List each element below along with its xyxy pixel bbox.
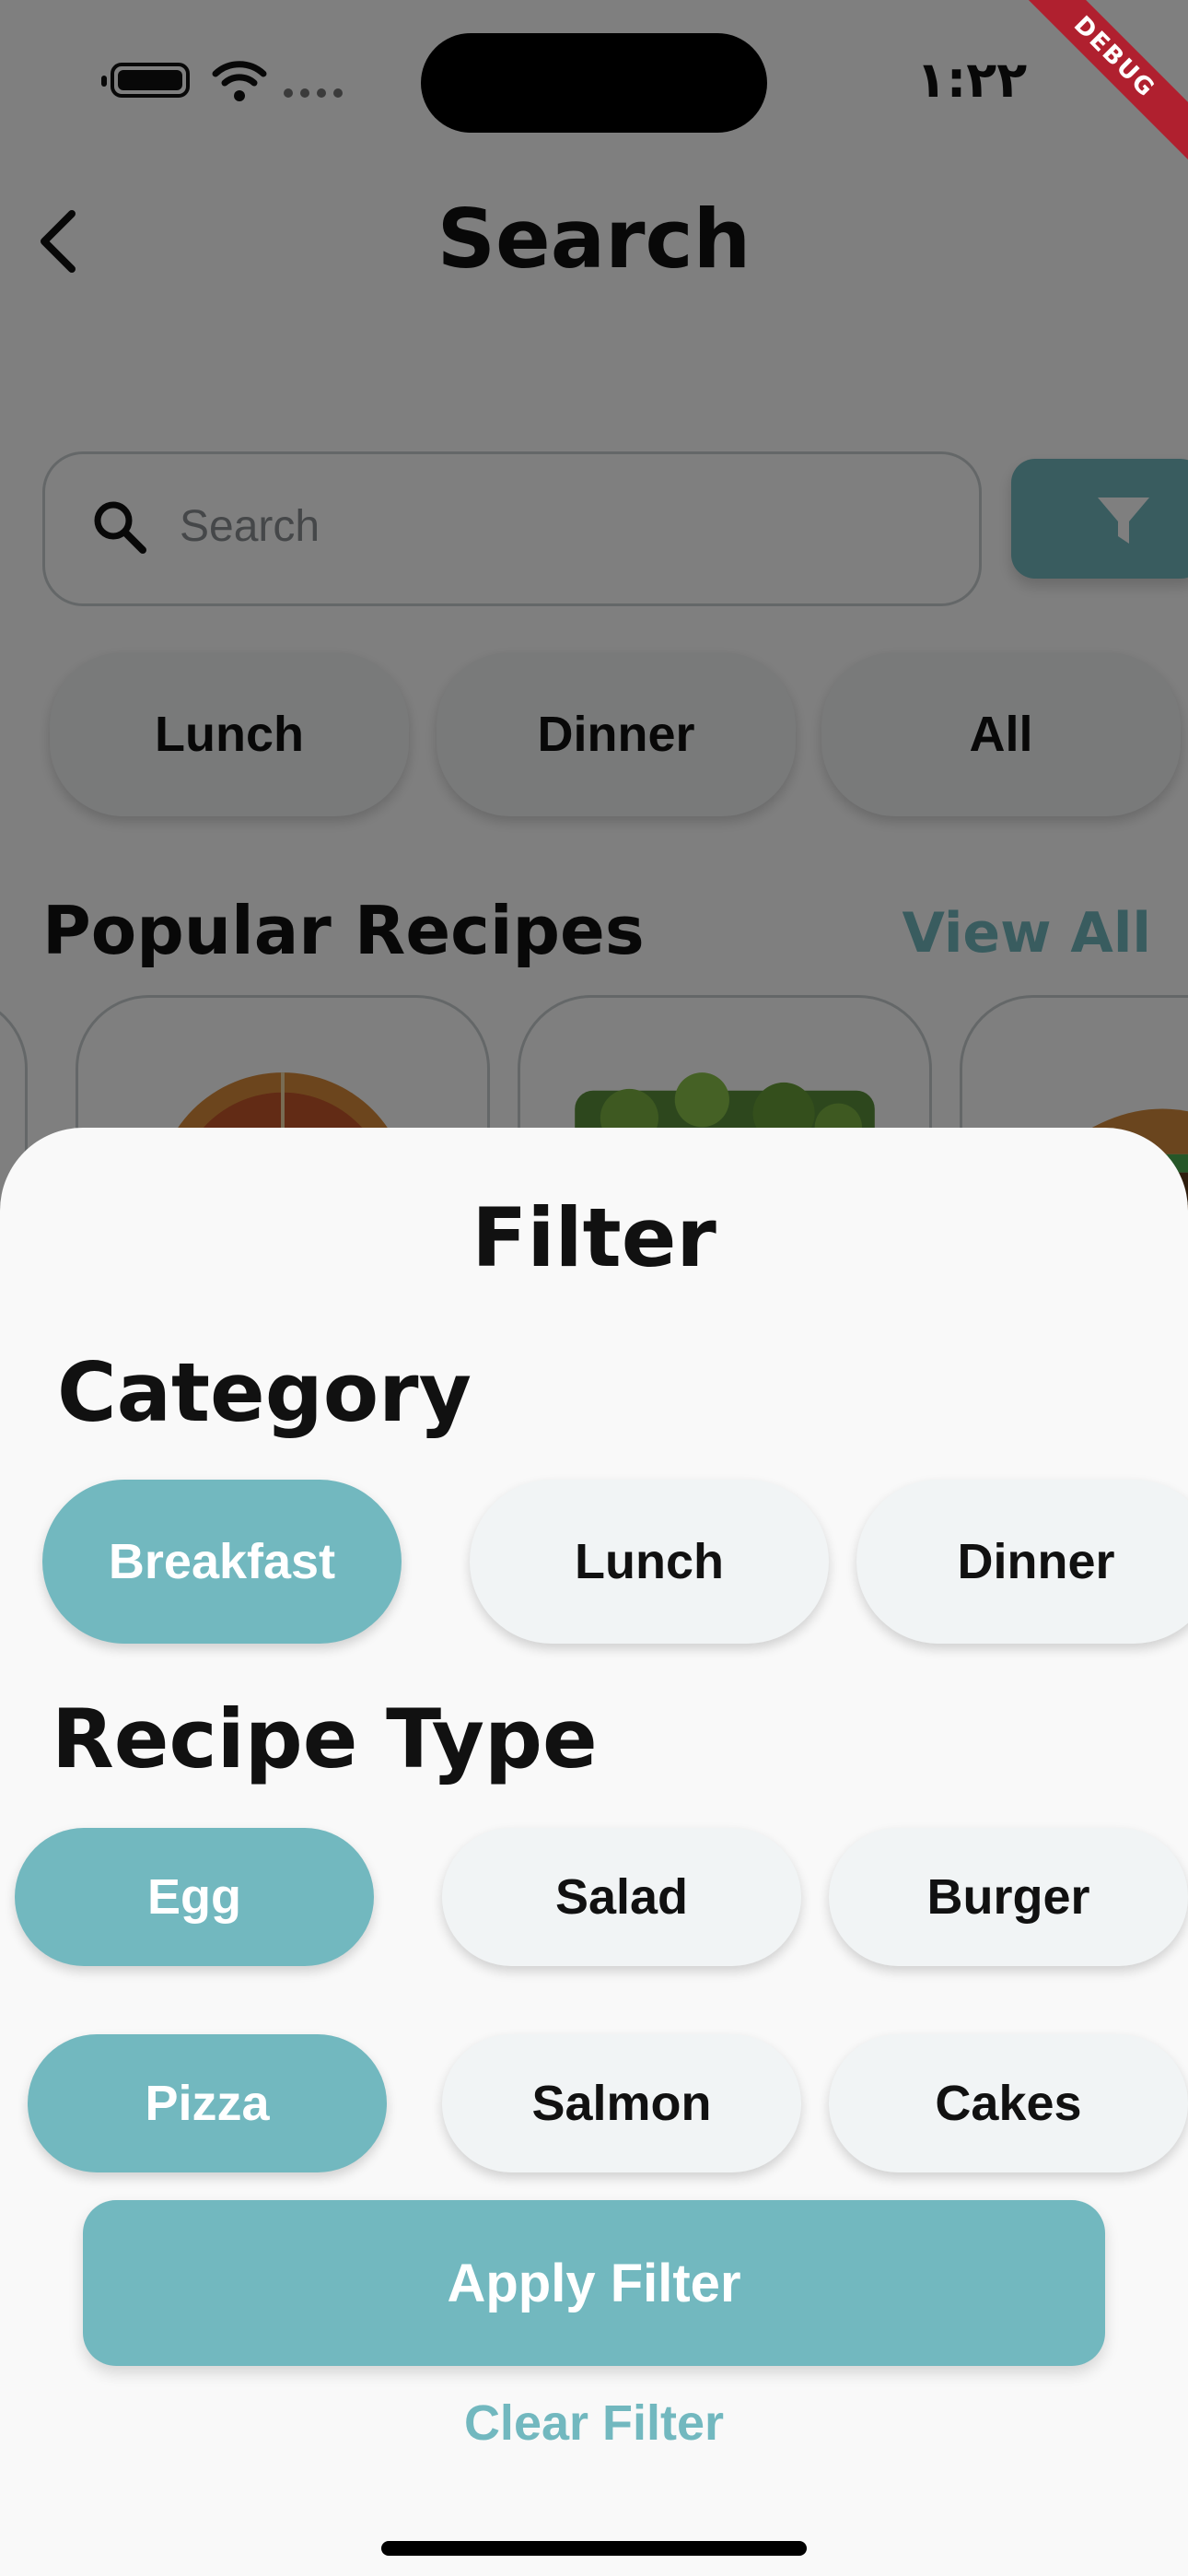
category-chip-dinner[interactable]: Dinner xyxy=(856,1480,1188,1644)
apply-filter-button[interactable]: Apply Filter xyxy=(83,2200,1105,2366)
category-chip-breakfast[interactable]: Breakfast xyxy=(42,1480,402,1644)
recipe-type-heading: Recipe Type xyxy=(52,1692,598,1786)
recipe-type-chip-cakes[interactable]: Cakes xyxy=(829,2034,1188,2172)
category-chip-lunch[interactable]: Lunch xyxy=(470,1480,829,1644)
clear-filter-button[interactable]: Clear Filter xyxy=(0,2386,1188,2460)
category-heading: Category xyxy=(57,1345,472,1440)
filter-sheet: Filter Category Breakfast Lunch Dinner R… xyxy=(0,1128,1188,2576)
recipe-type-chip-burger[interactable]: Burger xyxy=(829,1828,1188,1966)
recipe-type-chip-salad[interactable]: Salad xyxy=(442,1828,801,1966)
recipe-type-chip-pizza[interactable]: Pizza xyxy=(28,2034,387,2172)
sheet-title: Filter xyxy=(472,1190,716,1285)
recipe-type-chip-egg[interactable]: Egg xyxy=(15,1828,374,1966)
recipe-type-chip-salmon[interactable]: Salmon xyxy=(442,2034,801,2172)
home-indicator xyxy=(381,2541,807,2556)
